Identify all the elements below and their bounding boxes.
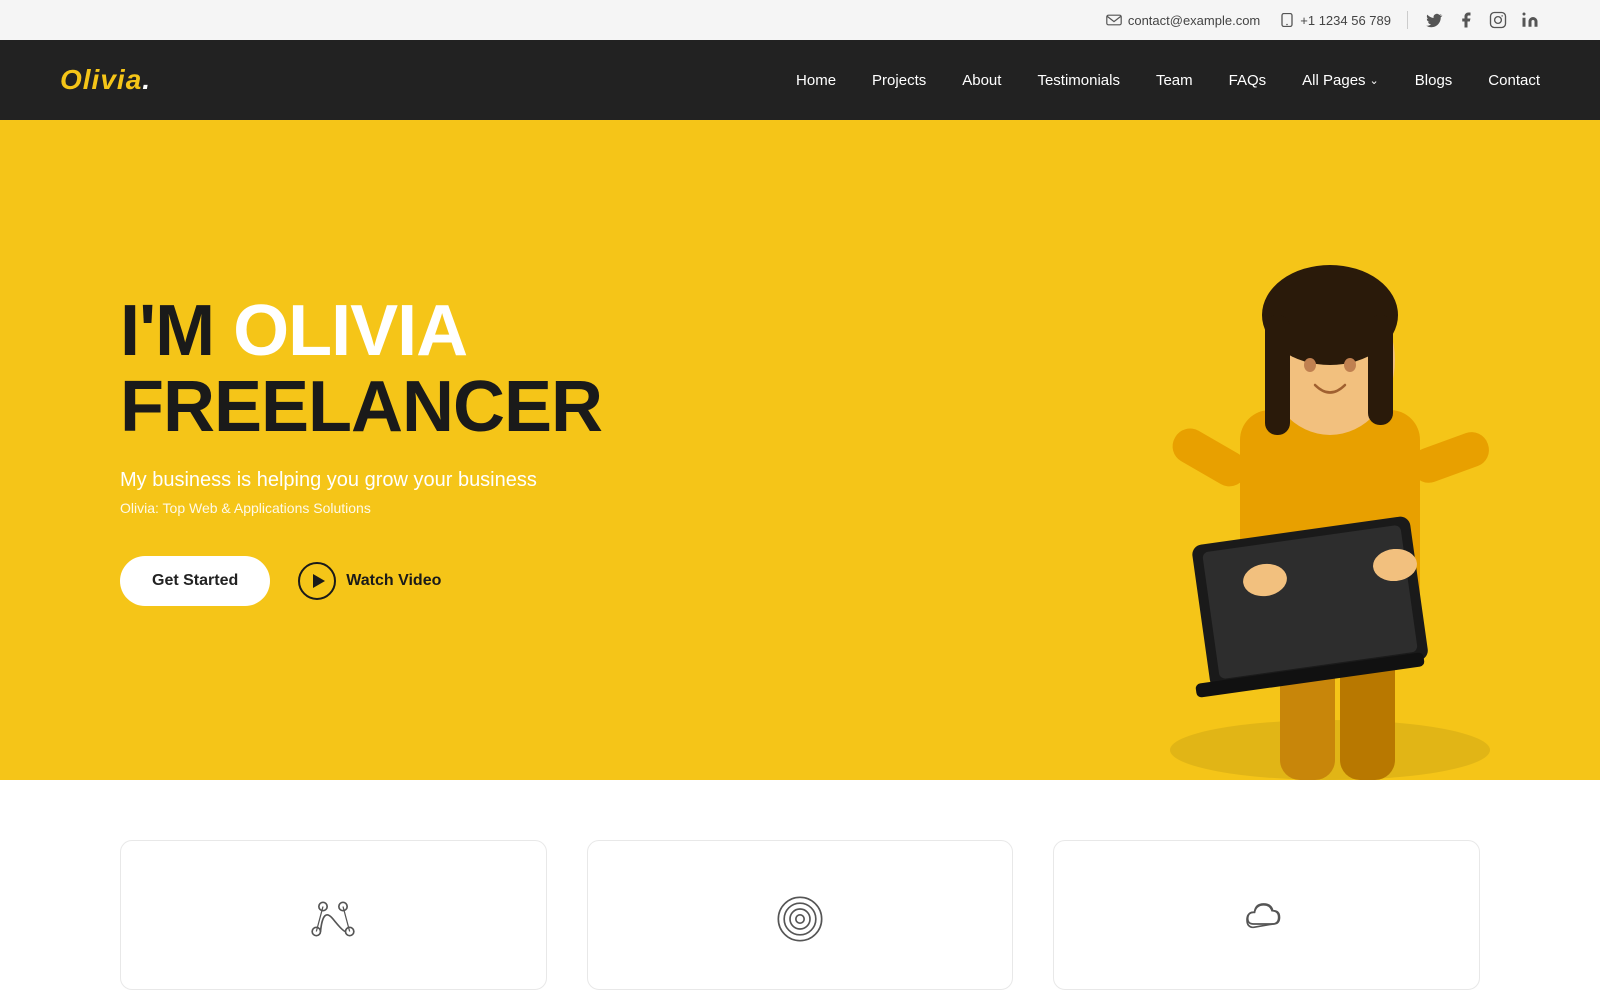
get-started-button[interactable]: Get Started bbox=[120, 556, 270, 606]
nav-testimonials[interactable]: Testimonials bbox=[1037, 72, 1120, 89]
card-design bbox=[120, 840, 547, 990]
hero-content: I'M OLIVIA FREELANCER My business is hel… bbox=[120, 294, 602, 606]
navbar: Olivia. Home Projects About Testimonials… bbox=[0, 40, 1600, 120]
hero-tagline: Olivia: Top Web & Applications Solutions bbox=[120, 500, 602, 516]
hero-im-text: I'M bbox=[120, 291, 233, 371]
facebook-icon bbox=[1457, 11, 1475, 29]
chevron-down-icon: ⌄ bbox=[1370, 74, 1379, 87]
email-text: contact@example.com bbox=[1128, 13, 1260, 28]
hero-section: I'M OLIVIA FREELANCER My business is hel… bbox=[0, 120, 1600, 780]
logo-dot: . bbox=[142, 64, 151, 95]
nav-all-pages[interactable]: All Pages ⌄ bbox=[1302, 72, 1379, 89]
nav-home[interactable]: Home bbox=[796, 72, 836, 89]
email-contact: contact@example.com bbox=[1106, 13, 1260, 28]
card-target bbox=[587, 840, 1014, 990]
cards-section bbox=[0, 780, 1600, 990]
nav-team[interactable]: Team bbox=[1156, 72, 1193, 89]
email-icon bbox=[1106, 14, 1122, 26]
hero-title-line1: I'M OLIVIA bbox=[120, 291, 467, 371]
cloud-icon bbox=[1237, 889, 1297, 949]
twitter-social-link[interactable] bbox=[1424, 10, 1444, 30]
phone-icon bbox=[1280, 13, 1294, 27]
linkedin-icon bbox=[1521, 11, 1539, 29]
hero-olivia-text: OLIVIA bbox=[233, 291, 467, 371]
phone-contact: +1 1234 56 789 bbox=[1280, 13, 1391, 28]
nav-about[interactable]: About bbox=[962, 72, 1001, 89]
hero-title: I'M OLIVIA FREELANCER bbox=[120, 294, 602, 445]
nav-faqs[interactable]: FAQs bbox=[1229, 72, 1267, 89]
instagram-social-link[interactable] bbox=[1488, 10, 1508, 30]
hero-image-area bbox=[950, 120, 1600, 780]
instagram-icon bbox=[1489, 11, 1507, 29]
bezier-icon bbox=[303, 889, 363, 949]
topbar-divider bbox=[1407, 11, 1408, 29]
logo-text: Olivia bbox=[60, 64, 142, 95]
play-icon bbox=[298, 562, 336, 600]
facebook-social-link[interactable] bbox=[1456, 10, 1476, 30]
social-icons-group bbox=[1424, 10, 1540, 30]
nav-blogs[interactable]: Blogs bbox=[1415, 72, 1453, 89]
nav-projects[interactable]: Projects bbox=[872, 72, 926, 89]
nav-contact[interactable]: Contact bbox=[1488, 72, 1540, 89]
hero-buttons: Get Started Watch Video bbox=[120, 556, 602, 606]
watch-video-label: Watch Video bbox=[346, 572, 441, 590]
top-bar: contact@example.com +1 1234 56 789 bbox=[0, 0, 1600, 40]
card-cloud bbox=[1053, 840, 1480, 990]
target-icon bbox=[770, 889, 830, 949]
contact-info: contact@example.com +1 1234 56 789 bbox=[1106, 13, 1391, 28]
watch-video-button[interactable]: Watch Video bbox=[298, 562, 441, 600]
nav-links: Home Projects About Testimonials Team FA… bbox=[796, 72, 1540, 89]
hero-title-line2: FREELANCER bbox=[120, 370, 602, 446]
twitter-icon bbox=[1425, 11, 1443, 29]
logo[interactable]: Olivia. bbox=[60, 64, 151, 96]
hero-person-illustration bbox=[1120, 160, 1540, 780]
phone-text: +1 1234 56 789 bbox=[1300, 13, 1391, 28]
linkedin-social-link[interactable] bbox=[1520, 10, 1540, 30]
play-triangle bbox=[313, 574, 325, 588]
hero-subtitle: My business is helping you grow your bus… bbox=[120, 469, 602, 492]
